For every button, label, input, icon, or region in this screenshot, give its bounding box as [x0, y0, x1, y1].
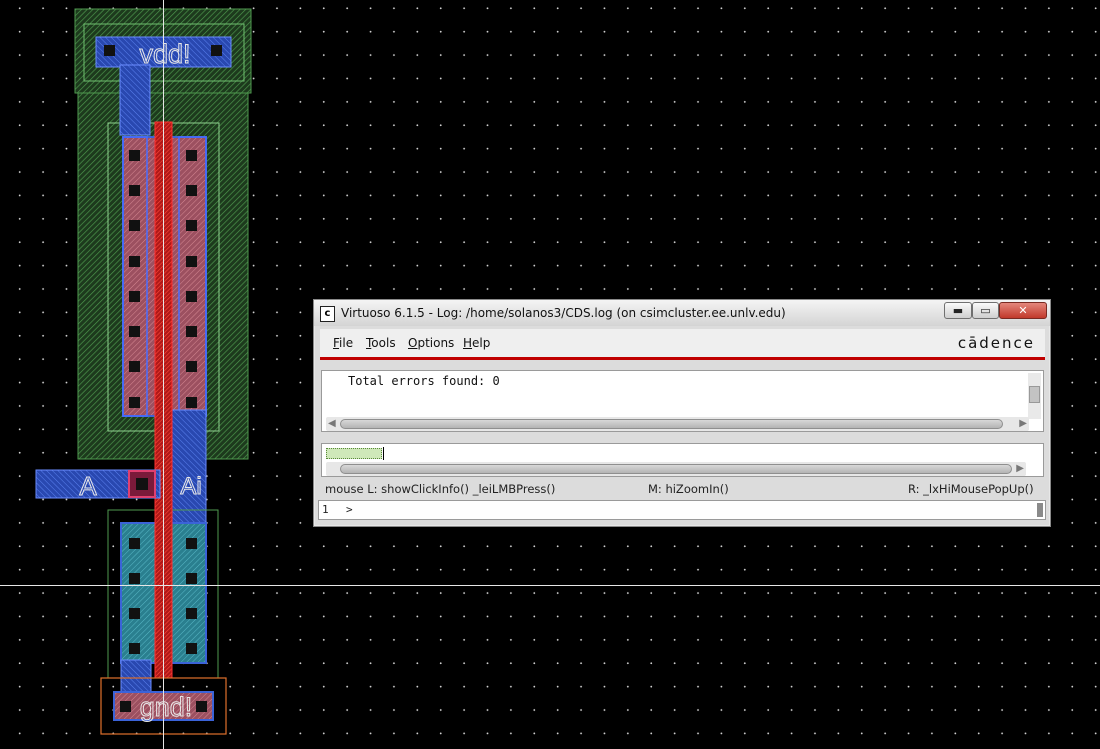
line-number: 1	[322, 503, 329, 516]
cadence-app-icon[interactable]: c	[320, 306, 335, 322]
input-contact	[136, 478, 148, 490]
crosshair-horizontal	[0, 585, 1100, 586]
scroll-left-arrow-icon[interactable]: ◀	[328, 417, 336, 431]
scroll-right-arrow-icon[interactable]: ▶	[1019, 417, 1027, 431]
gnd-pin-label: gnd!	[140, 692, 193, 722]
scroll-right-arrow-icon[interactable]: ▶	[1016, 462, 1024, 476]
menu-file[interactable]: File	[333, 336, 353, 350]
menu-tools[interactable]: Tools	[366, 336, 396, 350]
menu-bar: File Tools Options Help cādence	[320, 329, 1045, 360]
status-prompt-bar: 1 >	[318, 500, 1046, 520]
cadence-logo: cādence	[957, 334, 1035, 352]
scroll-thumb[interactable]	[1029, 386, 1040, 403]
input-pin-label: A	[79, 471, 97, 501]
text-caret	[383, 447, 384, 460]
close-button[interactable]: ✕	[999, 302, 1047, 319]
log-vertical-scrollbar[interactable]	[1028, 373, 1041, 419]
command-input-panel[interactable]: ▶	[321, 443, 1044, 477]
menu-options[interactable]: Options	[408, 336, 454, 350]
log-horizontal-scrollbar[interactable]: ◀ ▶	[326, 417, 1029, 431]
minimize-button[interactable]: ▬	[944, 302, 972, 319]
gnd-contact	[120, 701, 131, 712]
window-title: Virtuoso 6.1.5 - Log: /home/solanos3/CDS…	[341, 306, 786, 320]
scroll-thumb[interactable]	[340, 419, 1003, 429]
scroll-thumb[interactable]	[340, 464, 1012, 474]
vdd-contact	[104, 45, 115, 56]
mouse-middle-binding: M: hiZoomIn()	[648, 482, 729, 496]
window-titlebar[interactable]: c Virtuoso 6.1.5 - Log: /home/solanos3/C…	[314, 300, 1050, 326]
mouse-left-binding: mouse L: showClickInfo() _leiLMBPress()	[325, 482, 556, 496]
menu-help[interactable]: Help	[463, 336, 490, 350]
log-output-text: Total errors found: 0	[348, 374, 500, 388]
output-pin-label: Ai	[180, 473, 201, 500]
mouse-bindings-bar: mouse L: showClickInfo() _leiLMBPress() …	[321, 480, 1044, 498]
virtuoso-log-window[interactable]: c Virtuoso 6.1.5 - Log: /home/solanos3/C…	[313, 299, 1051, 527]
crosshair-vertical	[163, 0, 164, 749]
vdd-contact	[211, 45, 222, 56]
mouse-right-binding: R: _lxHiMousePopUp()	[908, 482, 1034, 496]
maximize-button[interactable]: ▭	[972, 302, 999, 319]
gnd-contact	[196, 701, 207, 712]
vdd-strap	[119, 64, 151, 136]
command-horizontal-scrollbar[interactable]: ▶	[326, 462, 1026, 476]
command-input-selection[interactable]	[326, 448, 382, 459]
cli-prompt: >	[346, 503, 353, 516]
output-strap	[171, 409, 207, 526]
resize-grip-icon[interactable]	[1037, 503, 1043, 517]
gnd-strap	[120, 659, 152, 695]
log-output-panel[interactable]: Total errors found: 0 ◀ ▶	[321, 370, 1044, 432]
